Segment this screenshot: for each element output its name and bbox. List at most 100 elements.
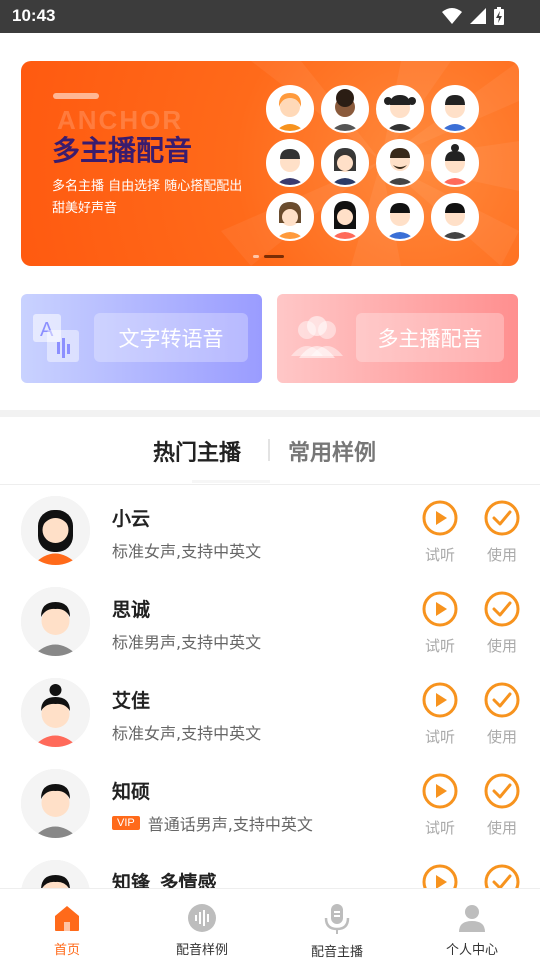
tab-separator (268, 439, 270, 461)
list-item: 思诚 标准男声,支持中英文 试听 使用 (0, 576, 540, 667)
avatar (21, 769, 90, 838)
nav-home[interactable]: 首页 (17, 903, 117, 958)
nav-home-label: 首页 (53, 943, 80, 958)
anchor-face (321, 85, 369, 133)
tab-hot-anchors[interactable]: 热门主播 (153, 435, 241, 467)
banner-pager (253, 255, 284, 258)
nav-samples[interactable]: 配音样例 (152, 903, 252, 958)
try-listen-button[interactable]: 试听 (420, 591, 460, 656)
anchor-name: 思诚 (112, 599, 151, 621)
list-item: 小云 标准女声,支持中英文 试听 使用 (0, 485, 540, 576)
try-listen-label: 试听 (424, 546, 455, 564)
use-label: 使用 (486, 819, 517, 837)
anchor-desc-row: VIP 普通话男声,支持中英文 (112, 811, 313, 835)
play-icon (422, 682, 458, 718)
text-to-speech-card[interactable]: A 文字转语音 (21, 294, 262, 383)
try-listen-button[interactable]: 试听 (420, 773, 460, 838)
bottom-nav: 首页 配音样例 配音主播 个人中心 (0, 888, 540, 960)
check-icon (484, 682, 520, 718)
try-listen-label: 试听 (424, 819, 455, 837)
status-time: 10:43 (12, 6, 56, 25)
translate-icon: A (33, 314, 79, 362)
user-icon (459, 905, 485, 932)
banner-bar-decoration (53, 93, 99, 99)
use-label: 使用 (486, 728, 517, 746)
nav-anchors-label: 配音主播 (310, 945, 363, 960)
anchor-face (321, 193, 369, 241)
anchor-face (376, 85, 424, 133)
tab-indicator (192, 480, 270, 483)
anchor-desc-row: 标准女声,支持中英文 (112, 538, 261, 562)
check-icon (484, 591, 520, 627)
multi-anchor-button[interactable]: 多主播配音 (356, 313, 504, 362)
text-to-speech-button[interactable]: 文字转语音 (94, 313, 248, 362)
use-button[interactable] (482, 864, 522, 888)
play-icon (422, 864, 458, 888)
anchor-face (266, 85, 314, 133)
list-item: 知锋_多情感 (0, 849, 540, 888)
avatar (21, 496, 90, 565)
nav-anchors[interactable]: 配音主播 (287, 903, 387, 960)
anchor-name: 知锋_多情感 (112, 872, 217, 888)
anchor-face (376, 193, 424, 241)
pager-dot-active (264, 255, 284, 258)
tab-common-samples[interactable]: 常用样例 (288, 435, 376, 467)
banner-subtitle: 多名主播 自由选择 随心搭配配出甜美好声音 (52, 179, 243, 216)
try-listen-button[interactable] (420, 864, 460, 888)
signal-icon (470, 8, 486, 24)
anchor-name: 小云 (112, 508, 151, 530)
avatar (21, 587, 90, 656)
anchor-face (321, 139, 369, 187)
anchor-face (266, 139, 314, 187)
nav-profile[interactable]: 个人中心 (422, 903, 522, 958)
status-icons (442, 7, 504, 25)
check-icon (484, 773, 520, 809)
use-label: 使用 (486, 637, 517, 655)
try-listen-label: 试听 (424, 637, 455, 655)
avatar (21, 860, 90, 888)
status-bar: 10:43 (0, 0, 540, 33)
use-button[interactable]: 使用 (482, 773, 522, 838)
nav-samples-label: 配音样例 (175, 943, 228, 958)
anchor-name: 艾佳 (112, 690, 151, 712)
use-label: 使用 (486, 546, 517, 564)
list-item: 艾佳 标准女声,支持中英文 试听 使用 (0, 667, 540, 758)
home-icon (55, 906, 79, 931)
check-icon (484, 500, 520, 536)
waveform-icon (188, 904, 216, 932)
use-button[interactable]: 使用 (482, 591, 522, 656)
anchor-desc: 标准女声,支持中英文 (112, 724, 262, 743)
avatar (21, 678, 90, 747)
promo-banner[interactable]: ANCHOR 多主播配音 多名主播 自由选择 随心搭配配出甜美好声音 (21, 61, 519, 266)
use-button[interactable]: 使用 (482, 682, 522, 747)
multi-anchor-card[interactable]: 多主播配音 (277, 294, 518, 383)
anchor-faces-grid (266, 85, 481, 245)
use-button[interactable]: 使用 (482, 500, 522, 565)
group-users-icon (291, 316, 343, 358)
anchor-desc: 标准男声,支持中英文 (112, 633, 262, 652)
anchor-desc: 普通话男声,支持中英文 (147, 815, 313, 834)
anchor-desc-row: 标准女声,支持中英文 (112, 720, 261, 744)
try-listen-label: 试听 (424, 728, 455, 746)
vip-badge: VIP (112, 816, 140, 830)
anchor-face (376, 139, 424, 187)
anchor-face (431, 139, 479, 187)
try-listen-button[interactable]: 试听 (420, 682, 460, 747)
play-icon (422, 773, 458, 809)
banner-title: 多主播配音 (52, 134, 193, 167)
anchor-desc-row: 标准男声,支持中英文 (112, 629, 261, 653)
play-icon (422, 500, 458, 536)
anchor-face (266, 193, 314, 241)
anchor-desc: 标准女声,支持中英文 (112, 542, 262, 561)
section-divider (0, 410, 540, 417)
home-page: ANCHOR 多主播配音 多名主播 自由选择 随心搭配配出甜美好声音 A 文字转… (0, 33, 540, 888)
pager-dot (253, 255, 259, 258)
wifi-icon (442, 8, 462, 24)
anchor-face (431, 85, 479, 133)
battery-icon (494, 7, 504, 25)
list-item: 知硕 VIP 普通话男声,支持中英文 试听 使用 (0, 758, 540, 849)
play-icon (422, 591, 458, 627)
check-icon (484, 864, 520, 888)
anchor-tabs: 热门主播 常用样例 (0, 417, 540, 485)
try-listen-button[interactable]: 试听 (420, 500, 460, 565)
